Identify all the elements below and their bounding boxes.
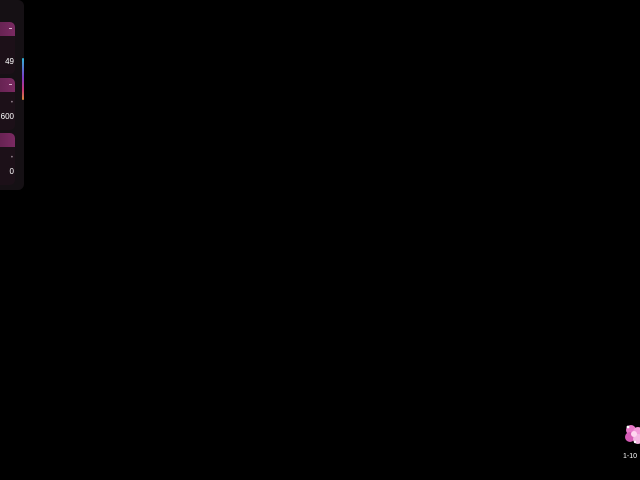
corner-widget[interactable]: 1-10 [616, 418, 640, 466]
stat-card-value: 600 [0, 112, 14, 121]
stat-card-small-mark: • [10, 100, 13, 106]
stat-card-value: 0 [9, 167, 14, 176]
stat-card-small-mark: • [10, 155, 13, 161]
stat-card-value: 49 [5, 57, 14, 66]
scrollbar[interactable] [22, 58, 24, 100]
app-window: 49 • 600 • 0 1-10 [0, 0, 640, 480]
stat-card-header [0, 78, 15, 92]
stat-card-2[interactable]: • 600 [0, 78, 15, 130]
side-panel: 49 • 600 • 0 [0, 0, 24, 190]
stat-card-1[interactable]: 49 [0, 22, 15, 74]
flower-icon [625, 425, 640, 444]
card-header-mark [9, 84, 12, 85]
stat-card-header [0, 22, 15, 36]
page-range-text: 1-10 [623, 453, 638, 460]
card-header-mark [9, 28, 12, 29]
stat-card-header [0, 133, 15, 147]
stat-card-3[interactable]: • 0 [0, 133, 15, 185]
